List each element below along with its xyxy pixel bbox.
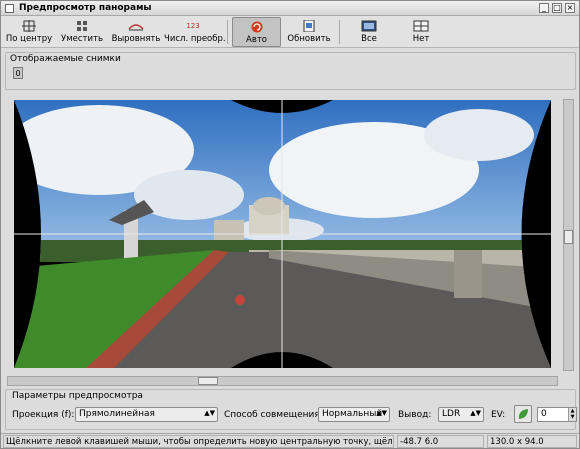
projection-select[interactable]: Прямолинейная ▲▼ — [75, 407, 218, 422]
chevron-updown-icon: ▲▼ — [204, 409, 215, 417]
straighten-button[interactable]: Выровнять — [110, 17, 162, 47]
show-none-label: Нет — [412, 34, 430, 44]
blend-value: Нормальный — [322, 409, 383, 419]
chevron-updown-icon: ▲▼ — [376, 409, 387, 417]
num-transform-label: Числ. преобр. — [164, 34, 226, 44]
window-title: Предпросмотр панорамы — [19, 3, 152, 13]
title-bar: Предпросмотр панорамы _ □ × — [1, 1, 579, 16]
update-button[interactable]: Обновить — [284, 17, 334, 47]
window-icon — [5, 4, 14, 13]
vertical-scroll-thumb[interactable] — [564, 230, 573, 244]
chevron-updown-icon: ▲▼ — [470, 409, 481, 417]
straighten-label: Выровнять — [111, 34, 161, 44]
blend-select[interactable]: Нормальный ▲▼ — [318, 407, 390, 422]
panorama-preview[interactable] — [14, 100, 551, 368]
ev-value: 0 — [541, 409, 547, 419]
displayed-images-title: Отображаемые снимки — [10, 54, 121, 64]
vertical-scrollbar[interactable] — [563, 99, 574, 371]
center-icon — [21, 20, 37, 32]
output-select[interactable]: LDR ▲▼ — [438, 407, 484, 422]
fit-icon — [74, 20, 90, 32]
center-label: По центру — [5, 34, 53, 44]
horizontal-scroll-thumb[interactable] — [198, 377, 218, 385]
num-transform-icon: 123 — [186, 22, 200, 30]
maximize-button[interactable]: □ — [552, 3, 562, 13]
toolbar-separator — [339, 20, 340, 44]
panorama-image — [14, 100, 551, 368]
output-label: Вывод: — [398, 410, 432, 420]
center-button[interactable]: По центру — [4, 17, 54, 47]
blend-label: Способ совмещения: — [224, 410, 323, 420]
show-none-button[interactable]: Нет — [399, 17, 443, 47]
projection-label: Проекция (f): — [12, 410, 75, 420]
auto-label: Авто — [246, 35, 267, 45]
num-transform-button[interactable]: 123 Числ. преобр. — [164, 17, 226, 47]
status-coords: -48.7 6.0 — [397, 435, 484, 448]
toolbar-separator — [227, 20, 228, 44]
close-button[interactable]: × — [565, 3, 575, 13]
show-none-icon — [413, 20, 429, 32]
show-all-icon — [361, 20, 377, 32]
auto-refresh-icon — [249, 21, 265, 33]
status-bar: Щёлкните левой клавишей мыши, чтобы опре… — [1, 433, 579, 448]
ev-reset-button[interactable] — [514, 405, 532, 423]
displayed-images-group: Отображаемые снимки 0 — [5, 52, 576, 90]
output-value: LDR — [442, 409, 461, 419]
ev-spinbox[interactable]: 0 ▲ ▼ — [537, 407, 577, 422]
auto-button[interactable]: Авто — [232, 17, 281, 47]
fit-label: Уместить — [61, 34, 103, 44]
fit-button[interactable]: Уместить — [57, 17, 107, 47]
show-all-label: Все — [361, 34, 377, 44]
horizontal-scrollbar[interactable] — [7, 376, 558, 386]
leaf-icon — [518, 409, 528, 419]
update-label: Обновить — [287, 34, 331, 44]
image-toggle-0[interactable]: 0 — [13, 67, 23, 79]
straighten-icon — [128, 20, 144, 32]
ev-label: EV: — [491, 410, 506, 420]
minimize-button[interactable]: _ — [539, 3, 549, 13]
toolbar: По центру Уместить Выровнять 123 Числ. п… — [1, 16, 579, 48]
update-icon — [301, 19, 317, 33]
status-hint: Щёлкните левой клавишей мыши, чтобы опре… — [3, 435, 394, 448]
preview-params-title: Параметры предпросмотра — [12, 391, 143, 401]
status-fov: 130.0 x 94.0 — [487, 435, 577, 448]
preview-params-group: Параметры предпросмотра Проекция (f): Пр… — [5, 389, 577, 430]
show-all-button[interactable]: Все — [347, 17, 391, 47]
preview-window: Предпросмотр панорамы _ □ × По центру Ум… — [0, 0, 580, 449]
projection-value: Прямолинейная — [79, 409, 155, 419]
spin-arrows-icon[interactable]: ▲ ▼ — [568, 408, 576, 421]
